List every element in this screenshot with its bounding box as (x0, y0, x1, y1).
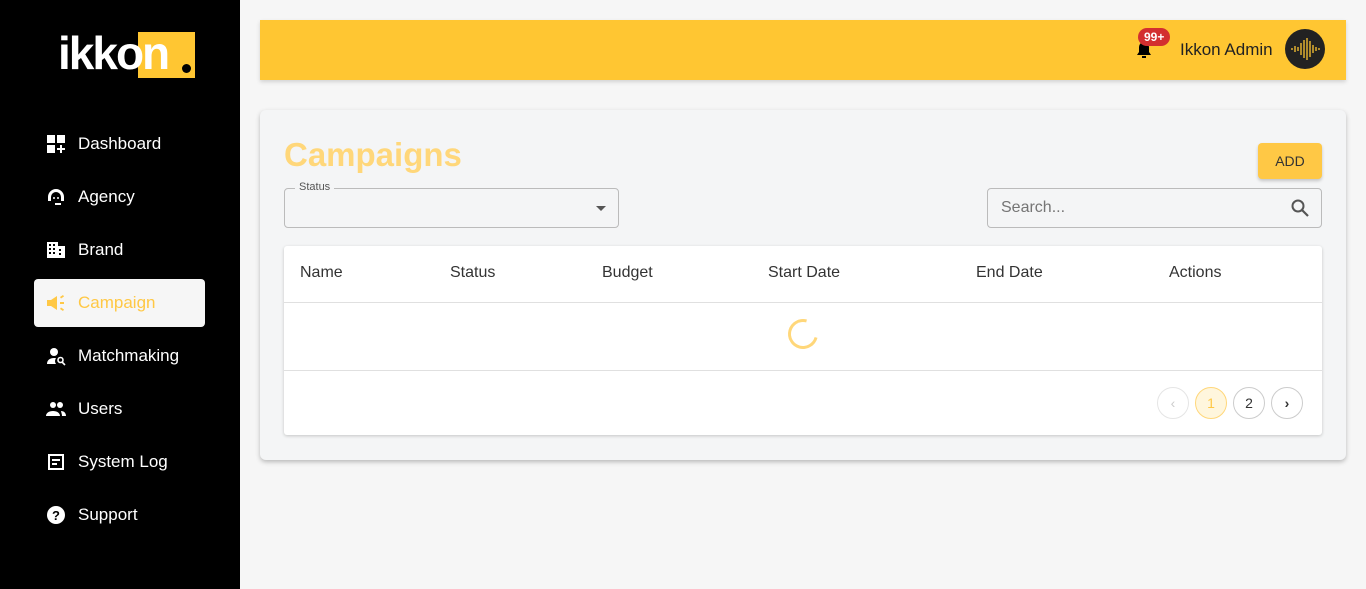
sidebar-item-agency[interactable]: Agency (34, 173, 205, 221)
add-button[interactable]: ADD (1258, 143, 1322, 179)
sidebar-item-dashboard[interactable]: Dashboard (34, 120, 205, 168)
campaigns-card: Campaigns ADD Status Name Status Budget … (260, 110, 1346, 460)
log-icon (48, 454, 64, 470)
chevron-down-icon (596, 206, 606, 216)
sidebar-item-campaign[interactable]: Campaign (34, 279, 205, 327)
sidebar-item-brand[interactable]: Brand (34, 226, 205, 274)
column-header-actions: Actions (1169, 264, 1222, 281)
building-icon (47, 242, 65, 258)
sidebar-item-system-log[interactable]: System Log (34, 438, 205, 486)
sidebar: ikkon Dashboard Agency Brand Campaign Ma… (0, 0, 240, 589)
status-label: Status (295, 181, 335, 193)
support-agent-icon (48, 189, 64, 205)
avatar[interactable] (1285, 29, 1325, 69)
sidebar-nav: Dashboard Agency Brand Campaign Matchmak… (34, 120, 205, 544)
column-header-name: Name (300, 264, 343, 281)
next-page-button[interactable]: › (1271, 387, 1303, 419)
search-icon[interactable] (1290, 198, 1310, 218)
column-header-status: Status (450, 264, 496, 281)
top-bar: 99+ Ikkon Admin (260, 20, 1346, 80)
campaigns-table: Name Status Budget Start Date End Date A… (284, 246, 1322, 435)
page-button-1[interactable]: 1 (1195, 387, 1227, 419)
page-button-2[interactable]: 2 (1233, 387, 1265, 419)
people-icon (46, 402, 66, 416)
person-search-icon (47, 348, 66, 366)
divider (284, 302, 1322, 303)
status-select[interactable]: Status (284, 181, 619, 228)
help-icon: ? (47, 506, 65, 524)
ikkon-logo[interactable]: ikkon (58, 27, 196, 79)
column-header-end-date: End Date (976, 264, 1043, 281)
sidebar-item-support[interactable]: ? Support (34, 491, 205, 539)
sidebar-item-users[interactable]: Users (34, 385, 205, 433)
page-title: Campaigns (284, 136, 462, 173)
column-header-start-date: Start Date (768, 264, 841, 281)
soundwave-icon (1291, 38, 1320, 60)
dashboard-icon (47, 135, 65, 153)
svg-text:?: ? (52, 508, 60, 523)
column-header-budget: Budget (602, 264, 653, 281)
megaphone-icon (47, 295, 64, 311)
loading-spinner (782, 313, 824, 355)
notification-badge: 99+ (1138, 28, 1171, 46)
prev-page-button[interactable]: ‹ (1157, 387, 1189, 419)
divider (284, 370, 1322, 371)
sidebar-item-matchmaking[interactable]: Matchmaking (34, 332, 205, 380)
user-name[interactable]: Ikkon Admin (1180, 40, 1273, 60)
search-input[interactable] (987, 188, 1322, 228)
